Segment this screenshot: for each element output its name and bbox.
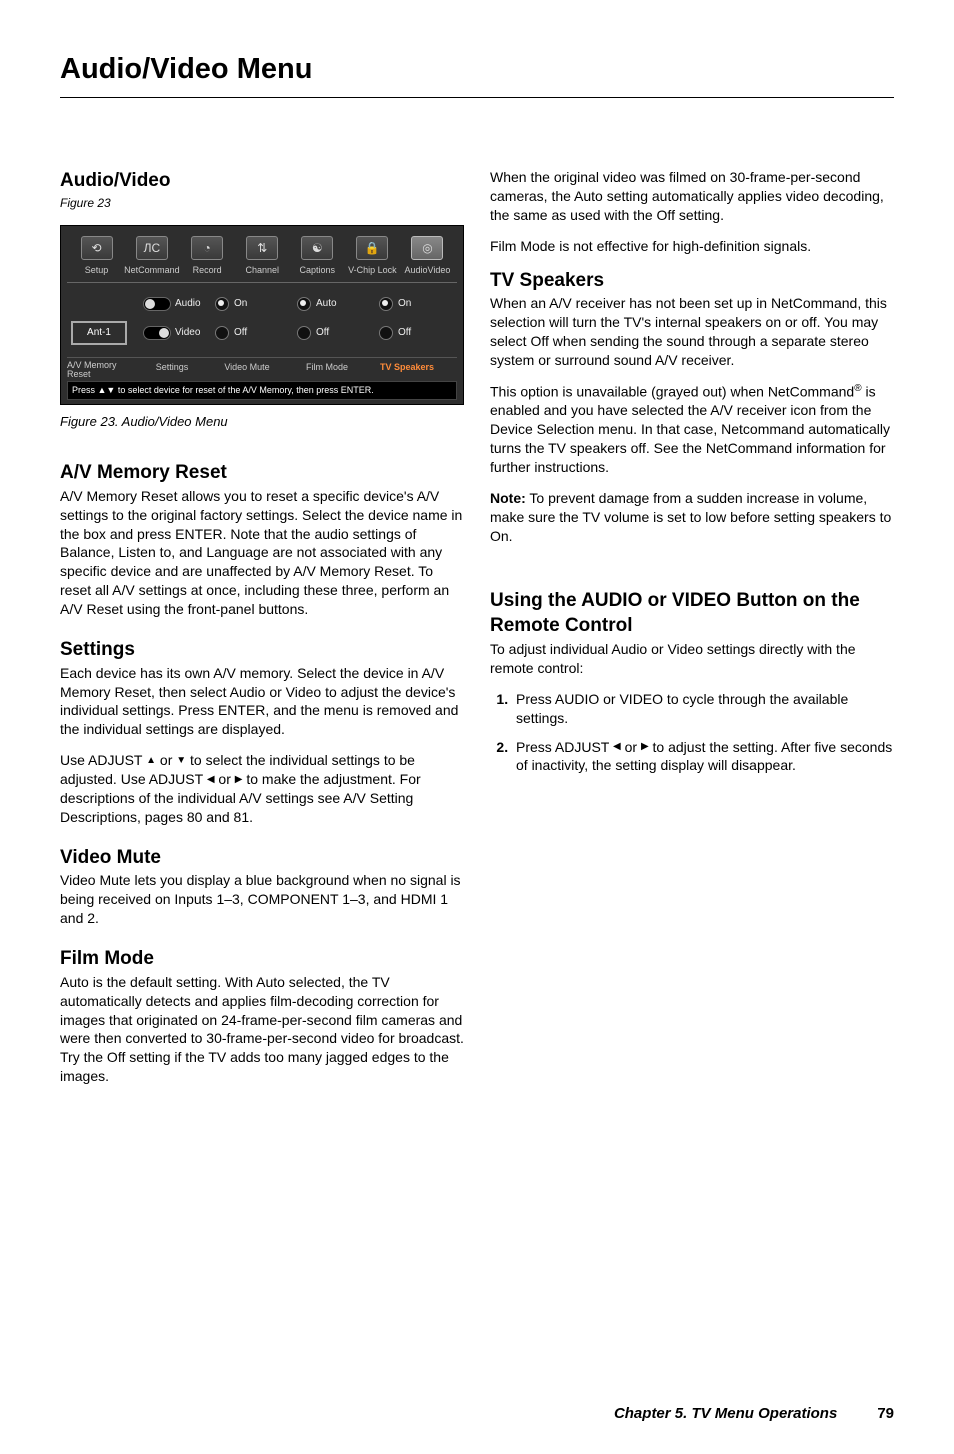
figure-av-menu: ⟲Setup ЛСNetCommand ◔Record ⇅Channel ☯Ca… bbox=[60, 225, 464, 405]
para-settings-1: Each device has its own A/V memory. Sele… bbox=[60, 664, 464, 740]
triangle-down-icon: ▼ bbox=[176, 754, 186, 768]
device-ant1[interactable]: Ant-1 bbox=[71, 321, 127, 345]
radio-vm-off[interactable]: Off bbox=[215, 326, 295, 340]
heading-tv-speakers: TV Speakers bbox=[490, 268, 894, 294]
tab-vchip[interactable]: 🔒V-Chip Lock bbox=[345, 236, 400, 276]
triangle-up-icon: ▲ bbox=[146, 754, 156, 768]
radio-fm-off[interactable]: Off bbox=[297, 326, 377, 340]
heading-film-mode: Film Mode bbox=[60, 946, 464, 972]
chapter-label: Chapter 5. TV Menu Operations bbox=[614, 1404, 837, 1424]
tab-captions[interactable]: ☯Captions bbox=[290, 236, 345, 276]
label-memory: A/V Memory Reset bbox=[67, 361, 137, 380]
radio-vm-on[interactable]: On bbox=[215, 297, 295, 311]
note-label: Note: bbox=[490, 490, 526, 506]
para-video-mute: Video Mute lets you display a blue backg… bbox=[60, 871, 464, 928]
label-settings: Settings bbox=[137, 361, 207, 380]
section-settings: Settings Each device has its own A/V mem… bbox=[60, 637, 464, 827]
para-tv-speakers-2: This option is unavailable (grayed out) … bbox=[490, 382, 894, 477]
menu-body: Audio On Auto On Ant-1 Video Off Off Off bbox=[67, 291, 457, 351]
radio-sp-on[interactable]: On bbox=[379, 297, 459, 311]
para-film-mode-2: When the original video was filmed on 30… bbox=[490, 168, 894, 225]
figure-caption: Figure 23. Audio/Video Menu bbox=[60, 413, 464, 431]
heading-audio-video: Audio/Video bbox=[60, 168, 464, 194]
menu-labels: A/V Memory Reset Settings Video Mute Fil… bbox=[67, 357, 457, 380]
para-film-mode-3: Film Mode is not effective for high-defi… bbox=[490, 237, 894, 256]
title-rule bbox=[60, 97, 894, 98]
radio-fm-auto[interactable]: Auto bbox=[297, 297, 377, 311]
tab-netcommand[interactable]: ЛСNetCommand bbox=[124, 236, 180, 276]
page-footer: Chapter 5. TV Menu Operations 79 bbox=[60, 1404, 894, 1424]
section-tv-speakers: TV Speakers When an A/V receiver has not… bbox=[490, 268, 894, 546]
section-remote: Using the AUDIO or VIDEO Button on the R… bbox=[490, 588, 894, 776]
radio-sp-off[interactable]: Off bbox=[379, 326, 459, 340]
para-film-mode: Auto is the default setting. With Auto s… bbox=[60, 973, 464, 1086]
heading-settings: Settings bbox=[60, 637, 464, 663]
section-audio-video: Audio/Video Figure 23 ⟲Setup ЛСNetComman… bbox=[60, 168, 464, 430]
page-title: Audio/Video Menu bbox=[60, 50, 894, 89]
label-videomute: Video Mute bbox=[207, 361, 287, 380]
heading-memory-reset: A/V Memory Reset bbox=[60, 460, 464, 486]
figure-ref: Figure 23 bbox=[60, 195, 464, 211]
para-remote: To adjust individual Audio or Video sett… bbox=[490, 640, 894, 678]
para-tv-speakers-1: When an A/V receiver has not been set up… bbox=[490, 294, 894, 370]
remote-step-1: Press AUDIO or VIDEO to cycle through th… bbox=[512, 690, 894, 728]
columns: Audio/Video Figure 23 ⟲Setup ЛСNetComman… bbox=[60, 168, 894, 1104]
right-column: When the original video was filmed on 30… bbox=[490, 168, 894, 1104]
triangle-left-icon: ◀ bbox=[613, 740, 621, 754]
menu-tab-row: ⟲Setup ЛСNetCommand ◔Record ⇅Channel ☯Ca… bbox=[67, 232, 457, 283]
left-column: Audio/Video Figure 23 ⟲Setup ЛСNetComman… bbox=[60, 168, 464, 1104]
remote-steps: Press AUDIO or VIDEO to cycle through th… bbox=[490, 690, 894, 776]
section-film-mode: Film Mode Auto is the default setting. W… bbox=[60, 946, 464, 1086]
heading-video-mute: Video Mute bbox=[60, 845, 464, 871]
section-video-mute: Video Mute Video Mute lets you display a… bbox=[60, 845, 464, 928]
label-filmmode: Film Mode bbox=[287, 361, 367, 380]
tab-audiovideo[interactable]: ◎AudioVideo bbox=[400, 236, 455, 276]
triangle-right-icon: ▶ bbox=[641, 740, 649, 754]
label-tvspeakers: TV Speakers bbox=[367, 361, 447, 380]
remote-step-2: Press ADJUST ◀ or ▶ to adjust the settin… bbox=[512, 738, 894, 776]
registered-icon: ® bbox=[854, 383, 861, 394]
page-number: 79 bbox=[877, 1404, 894, 1424]
slider-video[interactable]: Video bbox=[143, 326, 213, 340]
tab-record[interactable]: ◔Record bbox=[180, 236, 235, 276]
heading-remote: Using the AUDIO or VIDEO Button on the R… bbox=[490, 588, 894, 639]
section-memory-reset: A/V Memory Reset A/V Memory Reset allows… bbox=[60, 460, 464, 619]
triangle-left-icon: ◀ bbox=[207, 773, 215, 787]
para-memory-reset: A/V Memory Reset allows you to reset a s… bbox=[60, 487, 464, 619]
slider-audio[interactable]: Audio bbox=[143, 297, 213, 311]
menu-hint: Press ▲▼ to select device for reset of t… bbox=[67, 381, 457, 399]
tab-channel[interactable]: ⇅Channel bbox=[235, 236, 290, 276]
para-settings-2: Use ADJUST ▲ or ▼ to select the individu… bbox=[60, 751, 464, 827]
tab-setup[interactable]: ⟲Setup bbox=[69, 236, 124, 276]
para-note: Note: To prevent damage from a sudden in… bbox=[490, 489, 894, 546]
